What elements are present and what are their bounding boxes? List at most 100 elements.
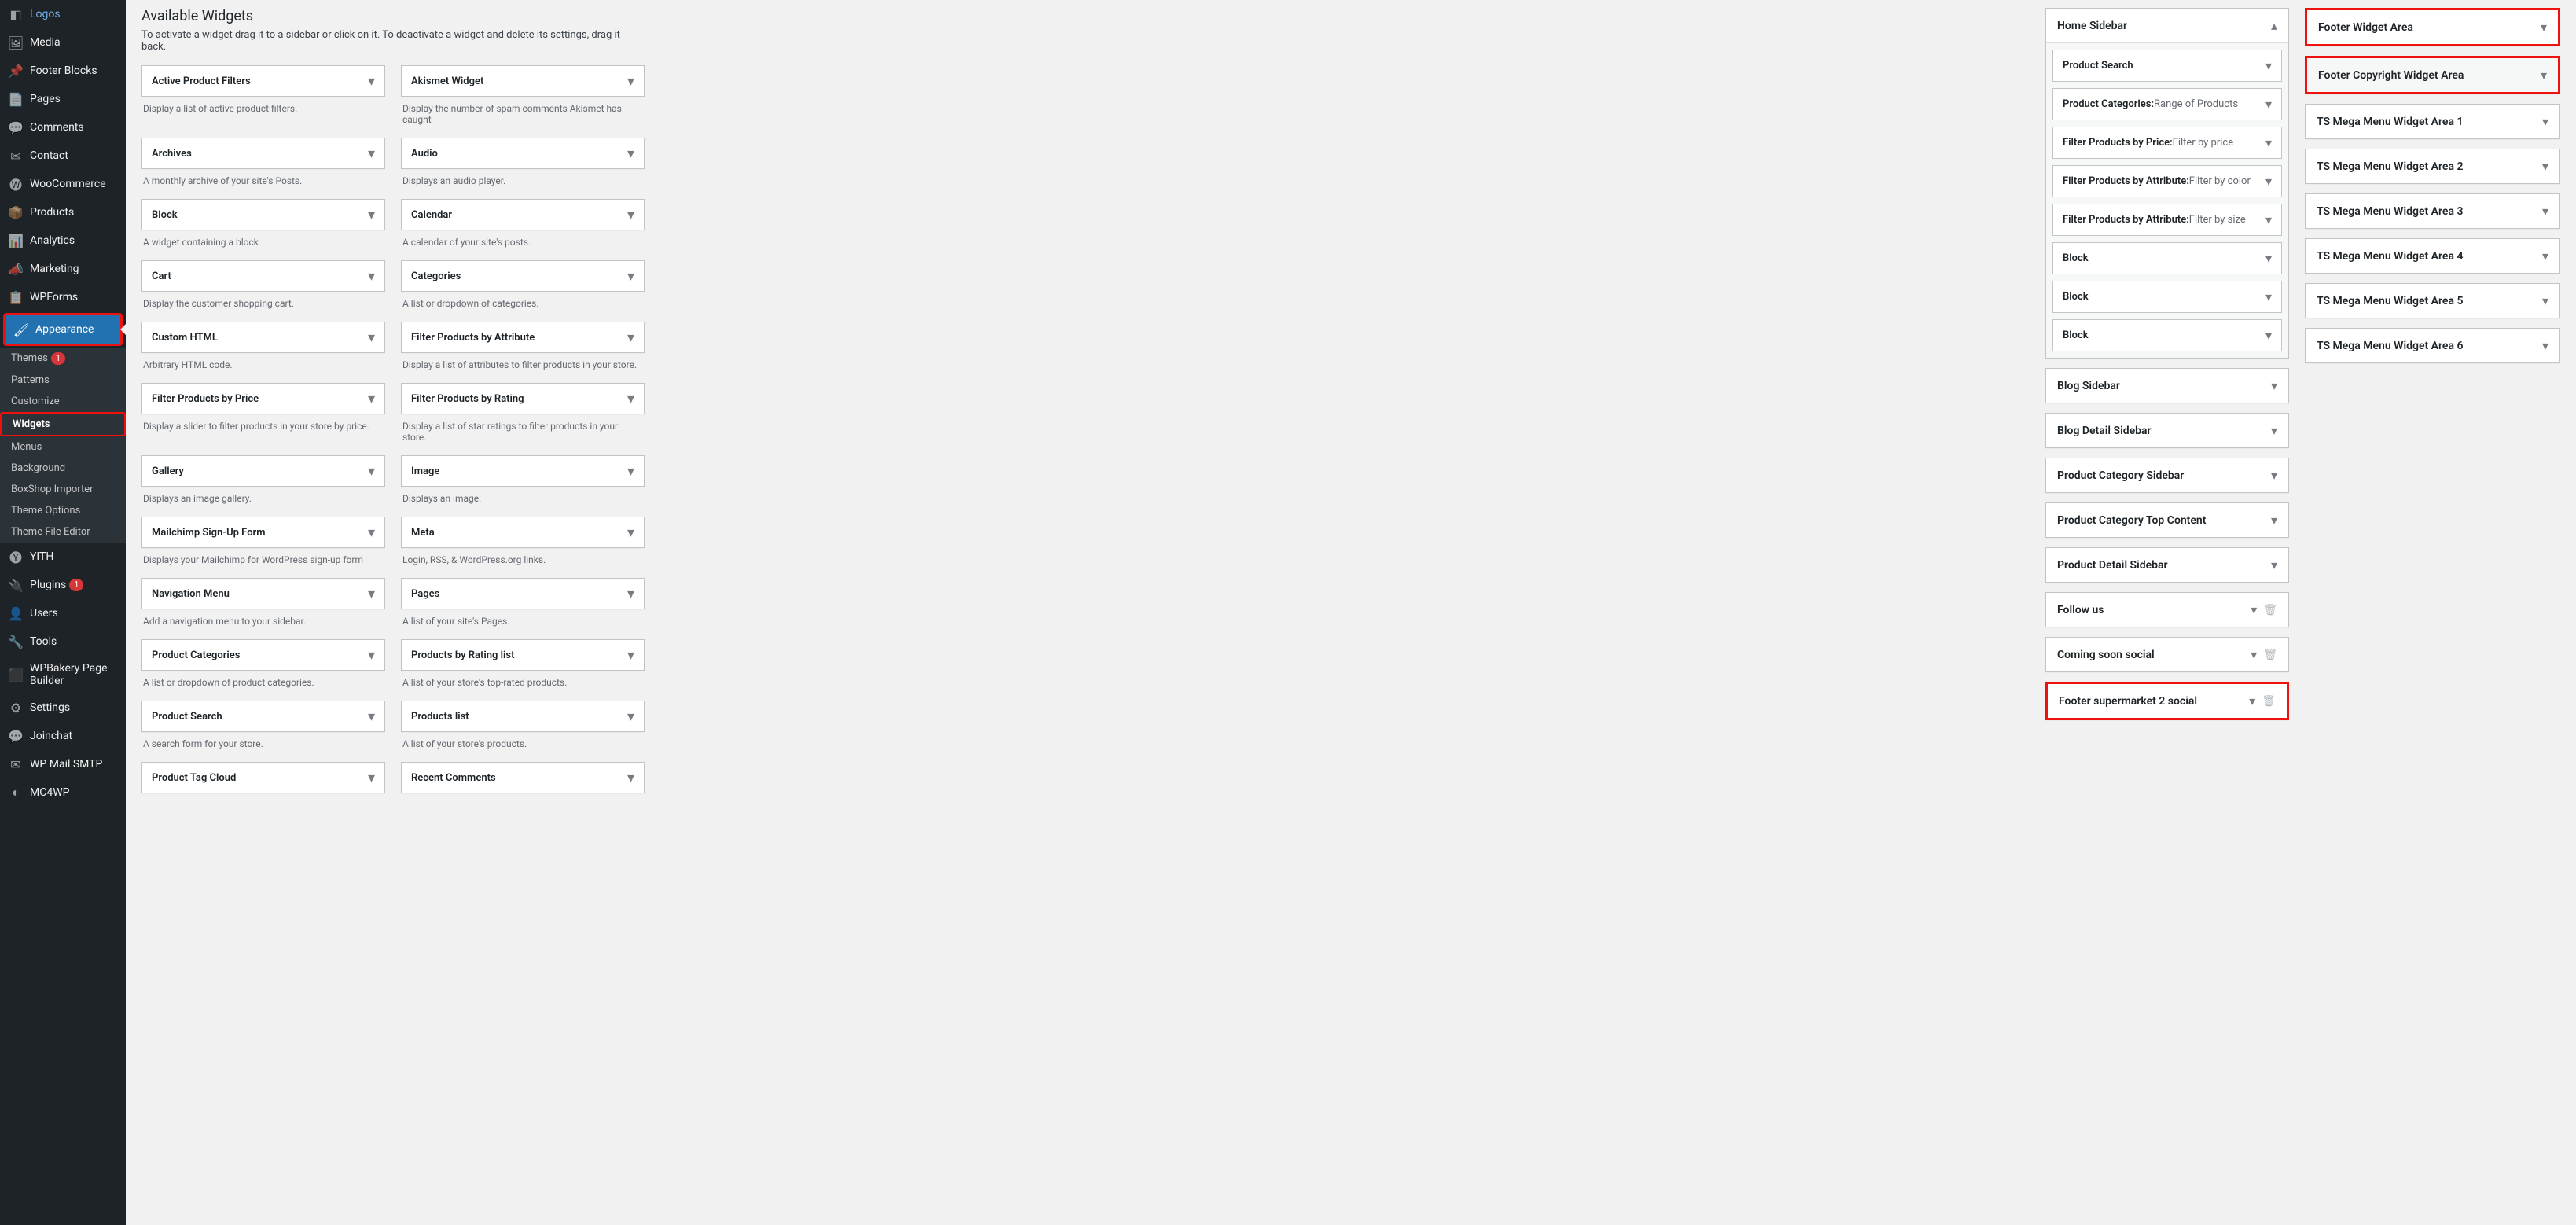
placed-widget[interactable]: Filter Products by Attribute: Filter by … (2052, 165, 2282, 197)
chevron-down-icon: ▾ (627, 524, 634, 541)
sidebar-item-media[interactable]: 🖼Media (0, 28, 126, 57)
sidebar-item-comments[interactable]: 💬Comments (0, 113, 126, 142)
placed-widget[interactable]: Block▾ (2052, 319, 2282, 351)
sidebar-item-woocommerce[interactable]: 🅦WooCommerce (0, 170, 126, 198)
available-widget-products-by-rating-list[interactable]: Products by Rating list▾ (401, 639, 645, 671)
sidebar-item-plugins[interactable]: 🔌Plugins1 (0, 571, 126, 599)
available-widget-product-search[interactable]: Product Search▾ (141, 701, 385, 732)
placed-widget-name: Product Categories: (2063, 98, 2154, 110)
placed-widget[interactable]: Product Categories: Range of Products▾ (2052, 88, 2282, 120)
available-widget-filter-products-by-price[interactable]: Filter Products by Price▾ (141, 383, 385, 414)
widget-area-blog-detail-sidebar: Blog Detail Sidebar▾ (2045, 413, 2289, 448)
widget-area-header[interactable]: Product Category Sidebar▾ (2046, 458, 2288, 492)
wpbakery-page-builder-icon: ⬛ (8, 667, 24, 682)
widget-area-header[interactable]: Footer Widget Area▾ (2307, 10, 2558, 44)
sidebar-areas-column-2: Footer Widget Area▾ Footer Copyright Widg… (2305, 8, 2560, 1209)
widget-area-header[interactable]: TS Mega Menu Widget Area 4▾ (2306, 239, 2559, 273)
sidebar-item-settings[interactable]: ⚙Settings (0, 693, 126, 722)
subitem-themes[interactable]: Themes1 (0, 348, 126, 370)
trash-icon[interactable]: 🗑 (2263, 604, 2277, 616)
available-widget-akismet-widget[interactable]: Akismet Widget▾ (401, 65, 645, 97)
available-widget-active-product-filters[interactable]: Active Product Filters▾ (141, 65, 385, 97)
widget-title: Custom HTML (152, 332, 368, 344)
sidebar-item-products[interactable]: 📦Products (0, 198, 126, 226)
available-widget-calendar[interactable]: Calendar▾ (401, 199, 645, 230)
sidebar-item-footer-blocks[interactable]: 📌Footer Blocks (0, 57, 126, 85)
widget-area-header[interactable]: Product Category Top Content▾ (2046, 503, 2288, 537)
available-widget-block[interactable]: Block▾ (141, 199, 385, 230)
available-widget-recent-comments[interactable]: Recent Comments▾ (401, 762, 645, 793)
subitem-widgets[interactable]: Widgets (0, 412, 126, 436)
sidebar-item-users[interactable]: 👤Users (0, 599, 126, 627)
available-widget-custom-html[interactable]: Custom HTML▾ (141, 322, 385, 353)
widget-area-header[interactable]: Follow us▾🗑 (2046, 593, 2288, 627)
widget-area-header[interactable]: Blog Detail Sidebar▾ (2046, 414, 2288, 447)
subitem-theme-options[interactable]: Theme Options (0, 500, 126, 521)
sidebar-item-contact[interactable]: ✉Contact (0, 142, 126, 170)
placed-widget[interactable]: Block▾ (2052, 242, 2282, 274)
sidebar-item-marketing[interactable]: 📣Marketing (0, 255, 126, 283)
subitem-menus[interactable]: Menus (0, 436, 126, 458)
sidebar-item-tools[interactable]: 🔧Tools (0, 627, 126, 656)
available-widget-pages[interactable]: Pages▾ (401, 578, 645, 609)
available-widget-products-list[interactable]: Products list▾ (401, 701, 645, 732)
widget-area-header[interactable]: Coming soon social▾🗑 (2046, 638, 2288, 671)
placed-widget[interactable]: Filter Products by Price: Filter by pric… (2052, 127, 2282, 159)
widget-area-header[interactable]: TS Mega Menu Widget Area 1▾ (2306, 105, 2559, 138)
widget-area-title: Product Category Top Content (2057, 514, 2271, 527)
available-widget-categories[interactable]: Categories▾ (401, 260, 645, 292)
widget-area-footer-copyright-widget-area: Footer Copyright Widget Area▾ (2305, 56, 2560, 94)
widget-area-header[interactable]: TS Mega Menu Widget Area 5▾ (2306, 284, 2559, 318)
widget-area-header[interactable]: TS Mega Menu Widget Area 3▾ (2306, 194, 2559, 228)
chevron-down-icon: ▾ (2265, 135, 2272, 150)
sidebar-item-analytics[interactable]: 📊Analytics (0, 226, 126, 255)
trash-icon[interactable]: 🗑 (2263, 649, 2277, 661)
widget-description: A list of your store's top-rated product… (401, 671, 645, 701)
widget-area-header[interactable]: TS Mega Menu Widget Area 6▾ (2306, 329, 2559, 362)
available-widget-archives[interactable]: Archives▾ (141, 138, 385, 169)
sidebar-item-label: Users (30, 607, 58, 620)
available-widget-audio[interactable]: Audio▾ (401, 138, 645, 169)
placed-widget-name: Product Search (2063, 60, 2133, 72)
chevron-down-icon: ▾ (627, 268, 634, 285)
placed-widget[interactable]: Filter Products by Attribute: Filter by … (2052, 204, 2282, 236)
widget-area-header[interactable]: Blog Sidebar▾ (2046, 369, 2288, 403)
sidebar-item-mc4wp[interactable]: ◐MC4WP (0, 778, 126, 807)
available-widget-filter-products-by-attribute[interactable]: Filter Products by Attribute▾ (401, 322, 645, 353)
widget-area-header[interactable]: Home Sidebar▴ (2046, 9, 2288, 42)
sidebar-item-wpforms[interactable]: 📋WPForms (0, 283, 126, 311)
available-widget-cart[interactable]: Cart▾ (141, 260, 385, 292)
sidebar-item-logos[interactable]: ◧Logos (0, 0, 126, 28)
sidebar-item-wp-mail-smtp[interactable]: ✉WP Mail SMTP (0, 750, 126, 778)
sidebar-item-wpbakery-page-builder[interactable]: ⬛WPBakery Page Builder (0, 656, 126, 693)
placed-widget[interactable]: Block▾ (2052, 281, 2282, 313)
available-widget-filter-products-by-rating[interactable]: Filter Products by Rating▾ (401, 383, 645, 414)
sidebar-item-yith[interactable]: 🅨YITH (0, 543, 126, 571)
subitem-customize[interactable]: Customize (0, 391, 126, 412)
sidebar-item-pages[interactable]: 📄Pages (0, 85, 126, 113)
widget-area-header[interactable]: Footer Copyright Widget Area▾ (2307, 58, 2558, 92)
widget-area-header[interactable]: Product Detail Sidebar▾ (2046, 548, 2288, 582)
widget-area-title: Footer Copyright Widget Area (2318, 69, 2541, 82)
subitem-theme-file-editor[interactable]: Theme File Editor (0, 521, 126, 543)
widget-area-header[interactable]: Footer supermarket 2 social▾🗑 (2048, 684, 2287, 718)
subitem-patterns[interactable]: Patterns (0, 370, 126, 391)
widget-area-title: TS Mega Menu Widget Area 1 (2317, 116, 2542, 128)
sidebar-item-joinchat[interactable]: 💬Joinchat (0, 722, 126, 750)
sidebar-item-appearance[interactable]: 🖌Appearance (6, 315, 120, 344)
widget-title: Products list (411, 711, 627, 723)
subitem-boxshop-importer[interactable]: BoxShop Importer (0, 479, 126, 500)
available-widget-meta[interactable]: Meta▾ (401, 517, 645, 548)
widget-description: A list of your store's products. (401, 732, 645, 762)
available-widget-mailchimp-sign-up-form[interactable]: Mailchimp Sign-Up Form▾ (141, 517, 385, 548)
available-widget-gallery[interactable]: Gallery▾ (141, 455, 385, 487)
available-widget-image[interactable]: Image▾ (401, 455, 645, 487)
placed-widget[interactable]: Product Search▾ (2052, 50, 2282, 82)
widget-area-product-detail-sidebar: Product Detail Sidebar▾ (2045, 547, 2289, 583)
available-widget-product-categories[interactable]: Product Categories▾ (141, 639, 385, 671)
widget-area-header[interactable]: TS Mega Menu Widget Area 2▾ (2306, 149, 2559, 183)
available-widget-navigation-menu[interactable]: Navigation Menu▾ (141, 578, 385, 609)
trash-icon[interactable]: 🗑 (2262, 695, 2276, 708)
subitem-background[interactable]: Background (0, 458, 126, 479)
available-widget-product-tag-cloud[interactable]: Product Tag Cloud▾ (141, 762, 385, 793)
